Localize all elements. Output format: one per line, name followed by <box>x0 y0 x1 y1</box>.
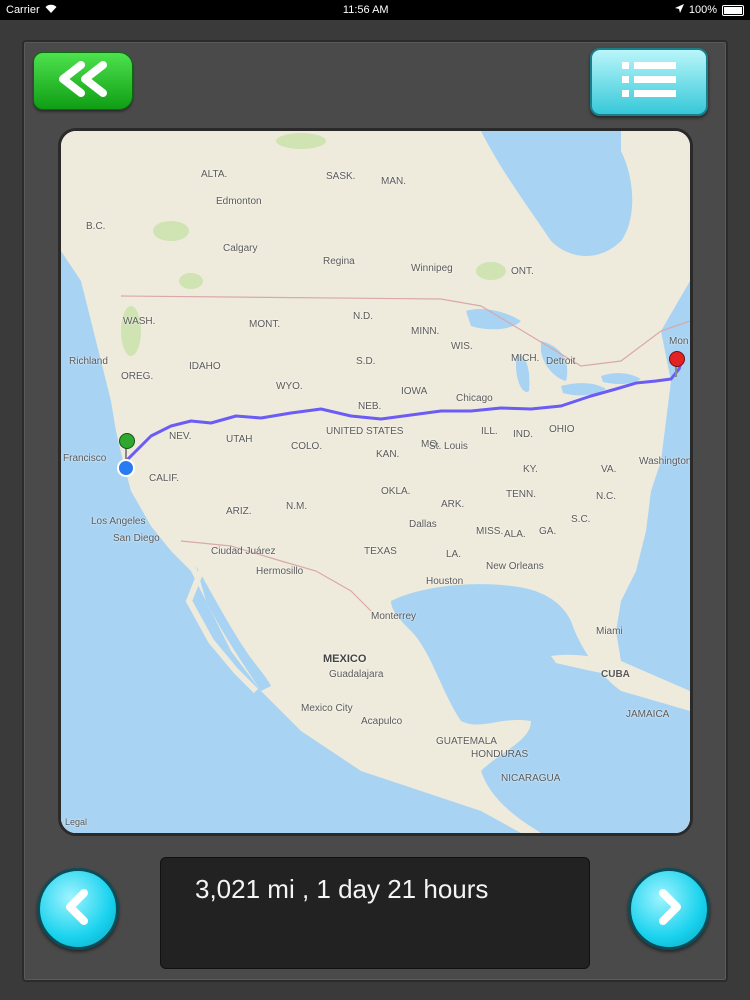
map-label-acapulco: Acapulco <box>361 716 403 727</box>
double-chevron-left-icon <box>53 60 113 102</box>
map-label-new-orleans: New Orleans <box>486 561 544 572</box>
carrier-label: Carrier <box>6 4 40 16</box>
map-label-tenn: TENN. <box>506 489 536 500</box>
chevron-right-icon <box>651 887 687 932</box>
map-label-ark: ARK. <box>441 499 465 510</box>
map-label-ga: GA. <box>539 526 557 537</box>
map-label-kan: KAN. <box>376 449 400 460</box>
map-label-mexico-city: Mexico City <box>301 703 353 714</box>
map-label-mich: MICH. <box>511 353 540 364</box>
map-label-ind: IND. <box>513 429 533 440</box>
origin-location-dot[interactable] <box>117 459 135 477</box>
route-map[interactable]: Edmonton Calgary Regina Winnipeg B.C. AL… <box>58 128 693 836</box>
map-label-guatemala: GUATEMALA <box>436 736 497 747</box>
map-label-va: VA. <box>601 464 617 475</box>
map-label-sask: SASK. <box>326 171 356 182</box>
map-label-jamaica: JAMAICA <box>626 709 670 720</box>
map-label-st-louis: St. Louis <box>429 441 468 452</box>
map-label-ohio: OHIO <box>549 424 575 435</box>
map-label-ala: ALA. <box>504 529 526 540</box>
map-label-ariz: ARIZ. <box>226 506 252 517</box>
map-label-neb: NEB. <box>358 401 382 412</box>
map-label-ky: KY. <box>523 464 538 475</box>
chevron-left-icon <box>60 887 96 932</box>
map-label-miss: MISS. <box>476 526 504 537</box>
map-label-san-diego: San Diego <box>113 533 160 544</box>
map-label-iowa: IOWA <box>401 386 428 397</box>
location-icon <box>674 4 684 16</box>
map-label-miami: Miami <box>596 626 623 637</box>
map-label-bc: B.C. <box>86 221 106 232</box>
map-label-winnipeg: Winnipeg <box>411 263 453 274</box>
map-label-wash: WASH. <box>123 316 156 327</box>
map-label-okla: OKLA. <box>381 486 411 497</box>
battery-percent: 100% <box>688 4 717 16</box>
map-label-texas: TEXAS <box>364 546 397 557</box>
start-pin[interactable] <box>119 433 135 449</box>
map-label-ill: ILL. <box>481 426 498 437</box>
map-label-guadalajara: Guadalajara <box>329 669 384 680</box>
route-info-panel: 3,021 mi , 1 day 21 hours <box>160 857 590 969</box>
map-label-nd: N.D. <box>353 311 373 322</box>
map-label-colo: COLO. <box>291 441 323 452</box>
map-label-sd: S.D. <box>356 356 376 367</box>
map-label-ciudad-juarez: Ciudad Juárez <box>211 546 276 557</box>
map-label-washington: Washington <box>639 456 692 467</box>
map-label-idaho: IDAHO <box>189 361 221 372</box>
next-route-button[interactable] <box>628 868 710 950</box>
map-label-wis: WIS. <box>451 341 473 352</box>
map-label-houston: Houston <box>426 576 464 587</box>
map-label-man: MAN. <box>381 176 406 187</box>
map-label-dallas: Dallas <box>409 519 437 530</box>
map-label-montreal: Mon <box>669 336 689 347</box>
map-label-los-angeles: Los Angeles <box>91 516 146 527</box>
status-bar: Carrier 11:56 AM 100% <box>0 0 750 20</box>
map-label-sc: S.C. <box>571 514 591 525</box>
map-label-honduras: HONDURAS <box>471 749 529 760</box>
map-label-united-states: UNITED STATES <box>326 426 404 437</box>
map-label-edmonton: Edmonton <box>216 196 262 207</box>
map-label-nm: N.M. <box>286 501 308 512</box>
map-label-nev: NEV. <box>169 431 192 442</box>
map-label-alta: ALTA. <box>201 169 228 180</box>
back-button[interactable] <box>33 52 133 110</box>
map-label-utah: UTAH <box>226 434 253 445</box>
map-label-monterrey: Monterrey <box>371 611 417 622</box>
map-label-oreg: OREG. <box>121 371 154 382</box>
map-label-la: LA. <box>446 549 462 560</box>
map-label-legal: Legal <box>65 817 88 827</box>
map-label-hermosillo: Hermosillo <box>256 566 304 577</box>
map-label-detroit: Detroit <box>546 356 576 367</box>
map-label-mont: MONT. <box>249 319 281 330</box>
map-label-calgary: Calgary <box>223 243 258 254</box>
menu-button[interactable] <box>590 48 708 116</box>
route-summary: 3,021 mi , 1 day 21 hours <box>195 874 489 904</box>
wifi-icon <box>45 4 57 16</box>
map-label-mexico: MEXICO <box>323 653 367 665</box>
map-label-calif: CALIF. <box>149 473 180 484</box>
end-pin[interactable] <box>669 351 685 367</box>
map-label-nicaragua: NICARAGUA <box>501 773 561 784</box>
map-label-ont: ONT. <box>511 266 534 277</box>
map-label-chicago: Chicago <box>456 393 493 404</box>
map-label-regina: Regina <box>323 256 355 267</box>
clock: 11:56 AM <box>342 4 389 16</box>
map-label-nc: N.C. <box>596 491 616 502</box>
map-label-richland: Richland <box>69 356 108 367</box>
map-label-wyo: WYO. <box>276 381 303 392</box>
map-label-san-francisco: Francisco <box>63 453 107 464</box>
previous-route-button[interactable] <box>37 868 119 950</box>
battery-icon <box>722 4 744 16</box>
list-icon <box>620 60 678 105</box>
map-label-cuba: CUBA <box>601 669 630 680</box>
map-label-minn: MINN. <box>411 326 440 337</box>
